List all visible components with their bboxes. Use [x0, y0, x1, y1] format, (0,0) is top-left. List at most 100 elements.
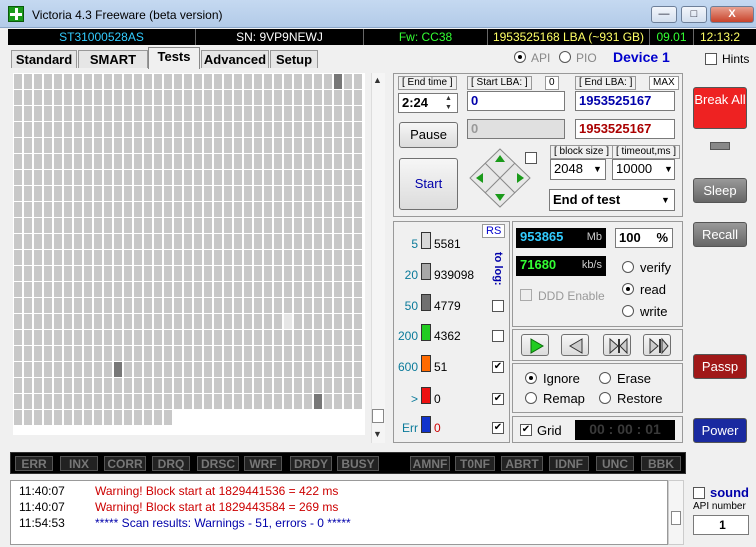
pio-radio[interactable]	[559, 51, 571, 63]
map-block	[294, 362, 302, 377]
map-block	[114, 202, 122, 217]
pad-checkbox[interactable]	[525, 152, 537, 164]
latency-color-swatch	[421, 232, 431, 249]
log-checkbox[interactable]: ✔	[492, 393, 504, 405]
restore-radio[interactable]	[599, 392, 611, 404]
reset-stats-button[interactable]: RS	[482, 224, 506, 238]
tab-standard[interactable]: Standard	[11, 50, 77, 68]
start-lba-zero-button[interactable]: 0	[545, 76, 559, 90]
map-block	[184, 170, 192, 185]
skip-icon[interactable]	[603, 334, 631, 356]
map-block	[264, 202, 272, 217]
map-block	[314, 74, 322, 89]
read-radio[interactable]	[622, 283, 634, 295]
close-button[interactable]: X	[710, 6, 754, 23]
ignore-radio[interactable]	[525, 372, 537, 384]
end-action-chevron-down-icon[interactable]: ▼	[661, 195, 670, 205]
map-block	[64, 122, 72, 137]
remap-radio[interactable]	[525, 392, 537, 404]
pause-button[interactable]: Pause	[399, 122, 458, 148]
passp-button[interactable]: Passp	[693, 354, 747, 379]
log-scroll-thumb[interactable]	[671, 511, 681, 525]
write-radio[interactable]	[622, 305, 634, 317]
ddd-enable-checkbox[interactable]	[520, 289, 532, 301]
map-block	[54, 250, 62, 265]
map-block	[144, 362, 152, 377]
scroll-thumb[interactable]	[372, 409, 384, 423]
api-radio[interactable]	[514, 51, 526, 63]
map-block	[274, 122, 282, 137]
map-block	[104, 186, 112, 201]
end-icon[interactable]	[643, 334, 671, 356]
scroll-down-icon[interactable]: ▼	[373, 429, 382, 439]
navigation-pad-icon[interactable]	[466, 147, 534, 209]
map-block	[44, 138, 52, 153]
start-button[interactable]: Start	[399, 158, 458, 210]
hints-checkbox[interactable]	[705, 53, 717, 65]
scroll-up-icon[interactable]: ▲	[373, 75, 382, 85]
map-block	[354, 362, 362, 377]
map-scrollbar[interactable]: ▲ ▼	[371, 73, 385, 443]
map-block	[334, 314, 342, 329]
map-block	[224, 186, 232, 201]
power-button[interactable]: Power	[693, 418, 747, 443]
map-block	[24, 122, 32, 137]
map-block	[124, 154, 132, 169]
restore-button[interactable]: □	[681, 6, 707, 23]
end-lba-max-button[interactable]: MAX	[649, 76, 679, 90]
map-block	[154, 314, 162, 329]
map-block	[84, 298, 92, 313]
erase-radio[interactable]	[599, 372, 611, 384]
map-block	[104, 202, 112, 217]
api-number-input[interactable]: 1	[693, 515, 749, 535]
tab-setup[interactable]: Setup	[270, 50, 318, 68]
minimize-button[interactable]: —	[651, 6, 677, 23]
tab-advanced[interactable]: Advanced	[201, 50, 269, 68]
end-lba-input[interactable]: 1953525167	[575, 91, 675, 111]
map-block	[14, 314, 22, 329]
map-block	[194, 90, 202, 105]
map-block	[114, 154, 122, 169]
log-checkbox[interactable]	[492, 330, 504, 342]
rewind-icon[interactable]	[561, 334, 589, 356]
end-of-test-select[interactable]: End of test	[549, 189, 675, 211]
map-block	[174, 234, 182, 249]
map-block	[194, 362, 202, 377]
map-block	[354, 266, 362, 281]
map-block	[64, 138, 72, 153]
map-block	[104, 394, 112, 409]
map-block	[44, 314, 52, 329]
block-size-chevron-down-icon[interactable]: ▼	[593, 164, 602, 174]
log-checkbox[interactable]	[492, 300, 504, 312]
sleep-button[interactable]: Sleep	[693, 178, 747, 203]
map-block	[214, 74, 222, 89]
log-checkbox[interactable]: ✔	[492, 422, 504, 434]
recall-button[interactable]: Recall	[693, 222, 747, 247]
map-block	[84, 282, 92, 297]
tab-smart[interactable]: SMART	[78, 50, 148, 68]
map-block	[344, 138, 352, 153]
map-block	[114, 410, 122, 425]
break-all-button[interactable]: Break All	[693, 87, 747, 129]
log-scrollbar[interactable]	[668, 480, 684, 545]
map-block	[74, 90, 82, 105]
map-block	[174, 298, 182, 313]
play-icon[interactable]	[521, 334, 549, 356]
map-block	[44, 394, 52, 409]
map-block	[124, 410, 132, 425]
end-time-spinner-icon[interactable]: ▲ ▼	[445, 94, 452, 112]
log-checkbox[interactable]: ✔	[492, 361, 504, 373]
latency-count: 4779	[434, 299, 461, 313]
status-flag-err: ERR	[15, 456, 53, 471]
sound-checkbox[interactable]	[693, 487, 705, 499]
device-label[interactable]: Device 1	[613, 49, 670, 65]
timeout-chevron-down-icon[interactable]: ▼	[664, 164, 673, 174]
start-lba-input[interactable]: 0	[467, 91, 565, 111]
verify-radio[interactable]	[622, 261, 634, 273]
map-block	[34, 186, 42, 201]
grid-checkbox[interactable]: ✔	[520, 424, 532, 436]
tab-tests[interactable]: Tests	[148, 47, 200, 69]
map-block	[234, 74, 242, 89]
map-block	[334, 218, 342, 233]
map-block	[14, 122, 22, 137]
